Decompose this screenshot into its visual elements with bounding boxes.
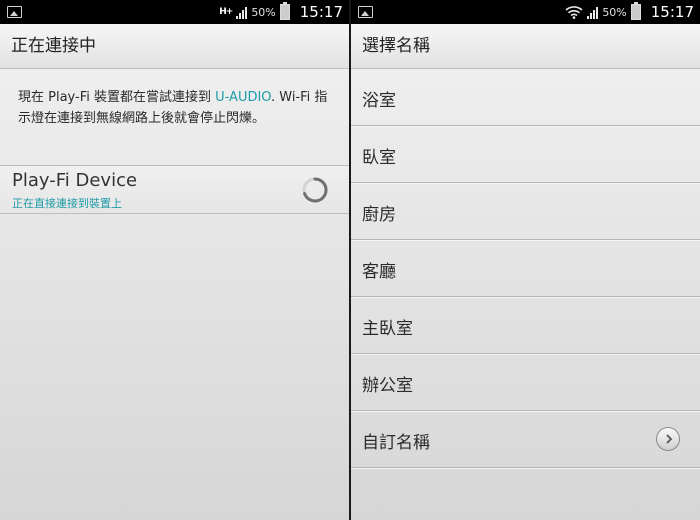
network-type-icon: H+ xyxy=(219,6,233,17)
list-item-label: 臥室 xyxy=(362,148,396,168)
connecting-message: 現在 Play-Fi 裝置都在嘗試連接到 U-AUDIO. Wi-Fi 指示燈在… xyxy=(18,87,331,165)
list-item-label: 廚房 xyxy=(362,205,396,225)
wifi-icon xyxy=(565,6,583,19)
page-title: 正在連接中 xyxy=(0,24,349,69)
message-text: 現在 Play-Fi 裝置都在嘗試連接到 xyxy=(18,90,216,105)
status-bar: H+ 50% 15:17 xyxy=(0,0,349,24)
list-item-kitchen[interactable]: 廚房 xyxy=(351,183,700,240)
signal-icon xyxy=(236,6,248,19)
chevron-right-icon[interactable] xyxy=(656,427,680,451)
signal-icon xyxy=(587,6,599,19)
list-item-custom-name[interactable]: 自訂名稱 xyxy=(351,411,700,468)
list-item-label: 主臥室 xyxy=(362,319,413,339)
list-item-label: 自訂名稱 xyxy=(362,433,430,453)
list-item-living-room[interactable]: 客廳 xyxy=(351,240,700,297)
device-name: Play-Fi Device xyxy=(12,170,138,191)
image-notification-icon xyxy=(358,6,373,18)
device-status: 正在直接連接到裝置上 xyxy=(12,197,122,210)
battery-icon xyxy=(630,2,641,20)
name-list: 浴室 臥室 廚房 客廳 主臥室 辦公室 自訂名稱 xyxy=(351,69,700,468)
status-time: 15:17 xyxy=(650,3,694,21)
battery-percent: 50% xyxy=(602,5,627,19)
list-item-office[interactable]: 辦公室 xyxy=(351,354,700,411)
connecting-screen: H+ 50% 15:17 正在連接中 現在 Play-Fi 裝置都在嘗試連接到 … xyxy=(0,0,349,520)
list-item-label: 辦公室 xyxy=(362,376,413,396)
page-title: 選擇名稱 xyxy=(351,24,700,69)
battery-icon xyxy=(279,2,290,20)
network-name: U-AUDIO xyxy=(215,90,272,105)
list-item-master-bedroom[interactable]: 主臥室 xyxy=(351,297,700,354)
image-notification-icon xyxy=(7,6,22,18)
loading-spinner-icon xyxy=(302,177,328,203)
status-bar: 50% 15:17 xyxy=(351,0,700,24)
list-item-bathroom[interactable]: 浴室 xyxy=(351,69,700,126)
list-item-label: 客廳 xyxy=(362,262,396,282)
list-item-label: 浴室 xyxy=(362,91,396,111)
list-item-bedroom[interactable]: 臥室 xyxy=(351,126,700,183)
battery-percent: 50% xyxy=(251,5,276,19)
choose-name-screen: 50% 15:17 選擇名稱 浴室 臥室 廚房 客廳 主臥室 辦公室 自訂名稱 xyxy=(351,0,700,520)
device-row[interactable]: Play-Fi Device 正在直接連接到裝置上 xyxy=(0,165,349,214)
status-time: 15:17 xyxy=(299,3,343,21)
